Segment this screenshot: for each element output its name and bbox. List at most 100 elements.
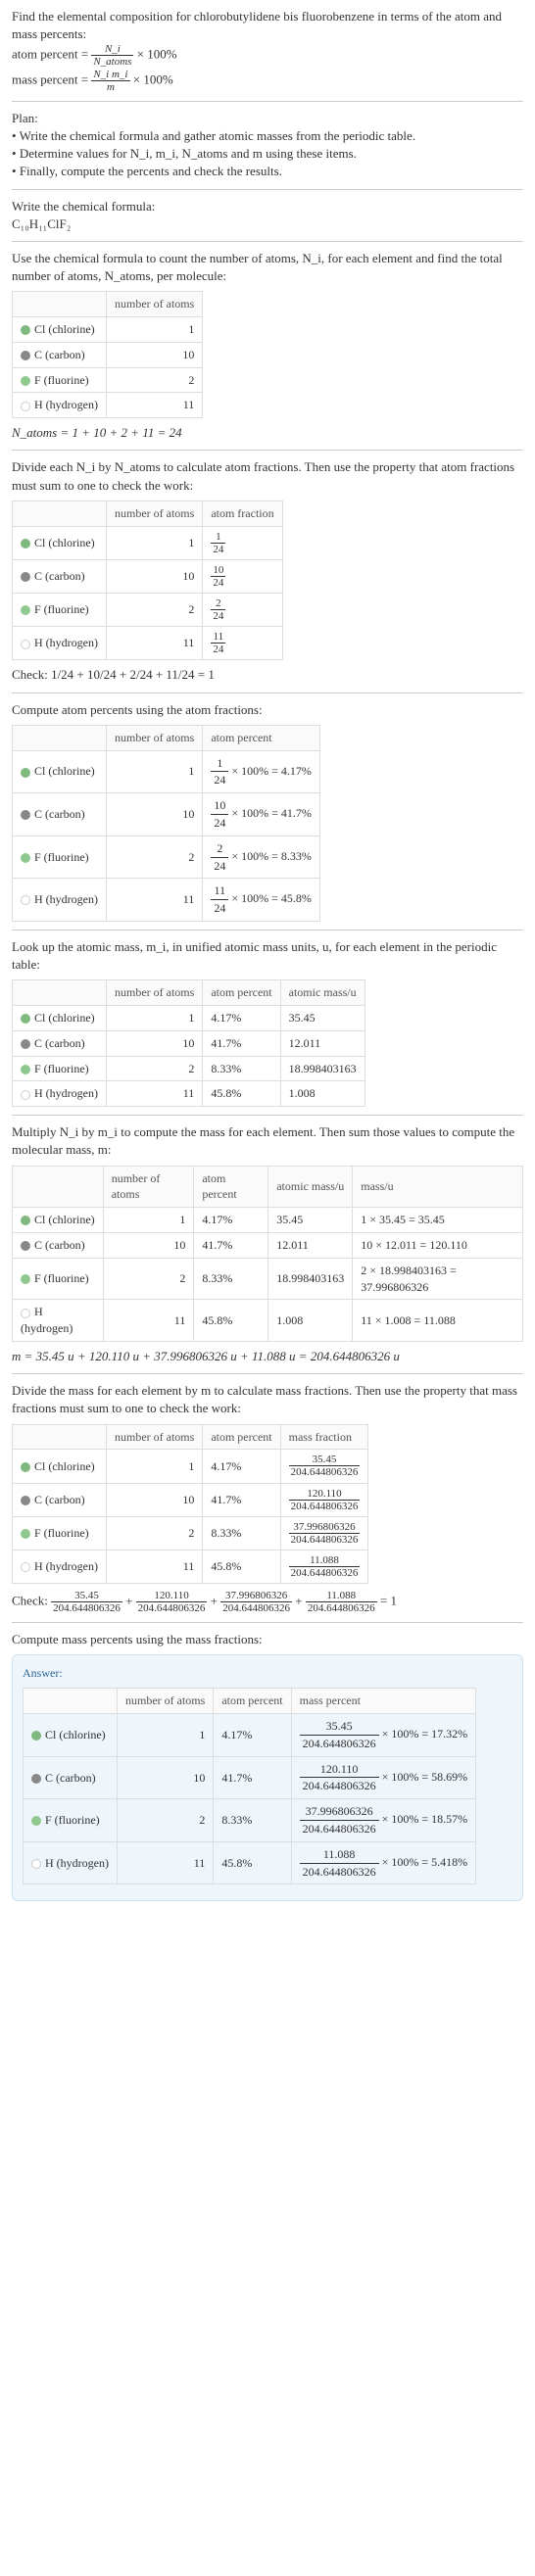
table-row: H (hydrogen)1145.8%1.00811 × 1.008 = 11.…	[13, 1300, 523, 1342]
divider	[12, 450, 523, 451]
table-row: F (fluorine)28.33%37.996806326204.644806…	[24, 1799, 476, 1842]
element-cell: C (carbon)	[13, 1030, 107, 1056]
element-cell: Cl (chlorine)	[24, 1714, 118, 1757]
atom-fraction-table: number of atomsatom fraction Cl (chlorin…	[12, 501, 283, 661]
element-swatch	[21, 325, 30, 335]
table-row: Cl (chlorine)14.17%35.45204.644806326 × …	[24, 1714, 476, 1757]
element-swatch	[21, 1309, 30, 1318]
element-swatch	[21, 1562, 30, 1572]
element-swatch	[21, 572, 30, 582]
atomic-mass-table: number of atomsatom percentatomic mass/u…	[12, 979, 365, 1107]
element-cell: H (hydrogen)	[13, 1081, 107, 1107]
table-row: Cl (chlorine)1124	[13, 526, 283, 559]
element-swatch	[31, 1859, 41, 1869]
mass-fraction-section: Divide the mass for each element by m to…	[12, 1382, 523, 1614]
element-cell: H (hydrogen)	[24, 1841, 118, 1884]
table-row: Cl (chlorine)14.17%35.45204.644806326	[13, 1450, 368, 1483]
table-row: C (carbon)101024 × 100% = 41.7%	[13, 793, 320, 836]
element-cell: Cl (chlorine)	[13, 317, 107, 343]
m-total: m = 35.45 u + 120.110 u + 37.996806326 u…	[12, 1348, 523, 1365]
element-cell: Cl (chlorine)	[13, 750, 107, 793]
element-cell: F (fluorine)	[13, 835, 107, 879]
table-row: C (carbon)10	[13, 342, 203, 367]
element-cell: H (hydrogen)	[13, 627, 107, 660]
check-atom-fractions: Check: 1/24 + 10/24 + 2/24 + 11/24 = 1	[12, 666, 523, 684]
element-cell: F (fluorine)	[24, 1799, 118, 1842]
element-cell: Cl (chlorine)	[13, 526, 107, 559]
atom-count-table: number of atoms Cl (chlorine)1C (carbon)…	[12, 291, 203, 418]
table-row: C (carbon)101024	[13, 559, 283, 593]
element-swatch	[21, 1241, 30, 1251]
intro-text: Find the elemental composition for chlor…	[12, 8, 523, 43]
element-swatch	[21, 895, 30, 905]
table-row: F (fluorine)28.33%18.9984031632 × 18.998…	[13, 1258, 523, 1300]
element-cell: F (fluorine)	[13, 1056, 107, 1081]
divider	[12, 101, 523, 102]
divider	[12, 241, 523, 242]
plan-item: Finally, compute the percents and check …	[12, 163, 523, 180]
atomic-mass-section: Look up the atomic mass, m_i, in unified…	[12, 938, 523, 1107]
element-swatch	[21, 1065, 30, 1074]
formula-value: C₁₀H₁₁ClF₂	[12, 215, 523, 233]
element-cell: F (fluorine)	[13, 1258, 104, 1300]
element-cell: H (hydrogen)	[13, 393, 107, 418]
element-cell: C (carbon)	[13, 1483, 107, 1516]
element-swatch	[31, 1774, 41, 1784]
element-cell: C (carbon)	[24, 1756, 118, 1799]
plan-item: Write the chemical formula and gather at…	[12, 127, 523, 145]
table-row: H (hydrogen)1145.8%1.008	[13, 1081, 365, 1107]
plan-item: Determine values for N_i, m_i, N_atoms a…	[12, 145, 523, 163]
element-cell: F (fluorine)	[13, 367, 107, 393]
divider	[12, 1622, 523, 1623]
mass-percent-formula: mass percent = N_i m_i m × 100%	[12, 69, 523, 93]
table-row: H (hydrogen)111124	[13, 627, 283, 660]
plan-title: Plan:	[12, 110, 523, 127]
table-row: F (fluorine)2	[13, 367, 203, 393]
element-swatch	[21, 640, 30, 649]
table-row: Cl (chlorine)1124 × 100% = 4.17%	[13, 750, 320, 793]
element-swatch	[21, 1529, 30, 1539]
check-mass-fractions: Check: 35.45204.644806326 + 120.110204.6…	[12, 1590, 523, 1614]
element-swatch	[21, 1039, 30, 1049]
element-swatch	[21, 768, 30, 778]
plan: Plan: Write the chemical formula and gat…	[12, 110, 523, 181]
answer-label: Answer:	[23, 1665, 512, 1682]
element-cell: F (fluorine)	[13, 593, 107, 626]
element-swatch	[21, 810, 30, 820]
table-row: C (carbon)1041.7%12.011	[13, 1030, 365, 1056]
table-row: Cl (chlorine)14.17%35.451 × 35.45 = 35.4…	[13, 1208, 523, 1233]
element-swatch	[31, 1816, 41, 1826]
answer-table: number of atomsatom percentmass percent …	[23, 1688, 476, 1884]
atom-percent-section: Compute atom percents using the atom fra…	[12, 701, 523, 922]
mass-percent-section: Compute mass percents using the mass fra…	[12, 1631, 523, 1901]
atom-percent-formula: atom percent = N_i N_atoms × 100%	[12, 43, 523, 68]
element-cell: Cl (chlorine)	[13, 1208, 104, 1233]
mass-compute-section: Multiply N_i by m_i to compute the mass …	[12, 1123, 523, 1365]
divider	[12, 692, 523, 693]
divider	[12, 1115, 523, 1116]
element-swatch	[21, 1274, 30, 1284]
table-row: F (fluorine)28.33%37.996806326204.644806…	[13, 1516, 368, 1550]
element-swatch	[21, 402, 30, 411]
element-cell: Cl (chlorine)	[13, 1450, 107, 1483]
table-row: H (hydrogen)111124 × 100% = 45.8%	[13, 879, 320, 922]
element-swatch	[21, 376, 30, 386]
element-swatch	[21, 605, 30, 615]
table-row: C (carbon)1041.7%120.110204.644806326	[13, 1483, 368, 1516]
table-row: H (hydrogen)1145.8%11.088204.644806326	[13, 1550, 368, 1583]
mass-compute-table: number of atomsatom percentatomic mass/u…	[12, 1166, 523, 1342]
element-cell: Cl (chlorine)	[13, 1006, 107, 1031]
divider	[12, 189, 523, 190]
table-row: H (hydrogen)1145.8%11.088204.644806326 ×…	[24, 1841, 476, 1884]
element-cell: H (hydrogen)	[13, 1550, 107, 1583]
atom-percent-table: number of atomsatom percent Cl (chlorine…	[12, 725, 320, 922]
table-row: F (fluorine)2224 × 100% = 8.33%	[13, 835, 320, 879]
element-cell: H (hydrogen)	[13, 879, 107, 922]
table-row: H (hydrogen)11	[13, 393, 203, 418]
table-row: C (carbon)1041.7%120.110204.644806326 × …	[24, 1756, 476, 1799]
mass-fraction-table: number of atomsatom percentmass fraction…	[12, 1424, 368, 1585]
answer-box: Answer: number of atomsatom percentmass …	[12, 1654, 523, 1901]
table-row: F (fluorine)28.33%18.998403163	[13, 1056, 365, 1081]
n-atoms-total: N_atoms = 1 + 10 + 2 + 11 = 24	[12, 424, 523, 442]
chemical-formula: Write the chemical formula: C₁₀H₁₁ClF₂	[12, 198, 523, 233]
